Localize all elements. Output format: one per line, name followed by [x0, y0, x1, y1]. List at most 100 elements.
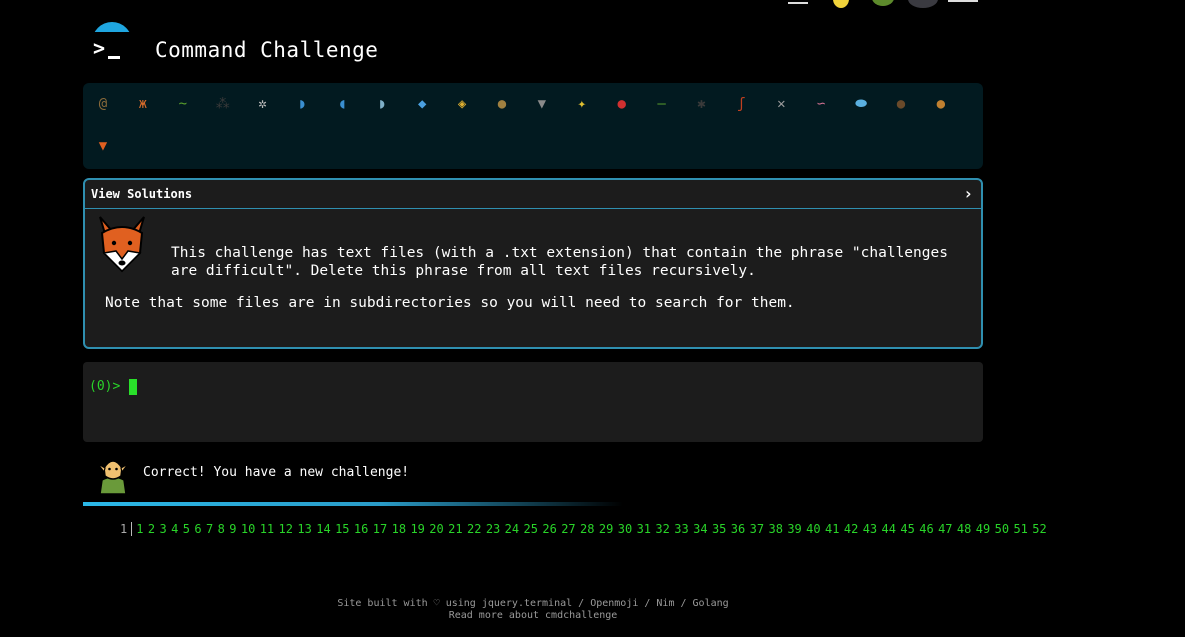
turtle-icon[interactable] — [872, 0, 894, 6]
footer-read-more-link[interactable]: Read more about cmdchallenge — [0, 610, 1066, 622]
page-link[interactable]: 16 — [354, 522, 368, 536]
page-link[interactable]: 36 — [731, 522, 745, 536]
page-link[interactable]: 42 — [844, 522, 858, 536]
page-link[interactable]: 9 — [229, 522, 236, 536]
page-link[interactable]: 15 — [335, 522, 349, 536]
page-link[interactable]: 50 — [995, 522, 1009, 536]
fox-icon[interactable]: ▼ — [88, 131, 118, 161]
page-link[interactable]: 41 — [825, 522, 839, 536]
dolphin-icon[interactable]: ◖ — [327, 89, 357, 119]
page-link[interactable]: 35 — [712, 522, 726, 536]
lightbulb-icon[interactable] — [833, 0, 849, 8]
caterpillar-icon[interactable]: ~ — [168, 89, 198, 119]
elf-icon — [97, 458, 129, 494]
current-page-indicator: 1 — [120, 522, 133, 536]
pufferfish-icon[interactable]: ● — [487, 89, 517, 119]
bee-icon[interactable]: ✦ — [567, 89, 597, 119]
page-link[interactable]: 17 — [373, 522, 387, 536]
wolf-icon[interactable]: ▼ — [527, 89, 557, 119]
page-link[interactable]: 20 — [429, 522, 443, 536]
page-link[interactable]: 25 — [524, 522, 538, 536]
tropical-fish-icon[interactable]: ◈ — [447, 89, 477, 119]
page-link[interactable]: 49 — [976, 522, 990, 536]
fish-icon[interactable]: ◆ — [407, 89, 437, 119]
page-link[interactable]: 30 — [618, 522, 632, 536]
page-link[interactable]: 44 — [882, 522, 896, 536]
page-link[interactable]: 40 — [806, 522, 820, 536]
page-link[interactable]: 8 — [218, 522, 225, 536]
page-link[interactable]: 32 — [655, 522, 669, 536]
page-link[interactable]: 21 — [448, 522, 462, 536]
fly-icon[interactable]: ✕ — [766, 89, 796, 119]
fox-icon — [99, 216, 145, 273]
challenge-icon-bar: @ ж ~ ⁂ ✲ ◗ ◖ ◗ ◆ ◈ ● ▼ ✦ ● — ✱ ʃ ✕ ∽ ⬬ ● ● ▼ — [83, 83, 983, 169]
page-link[interactable]: 11 — [260, 522, 274, 536]
page-link[interactable]: 46 — [919, 522, 933, 536]
page-link[interactable]: 33 — [674, 522, 688, 536]
page-link[interactable]: 43 — [863, 522, 877, 536]
microbe-icon[interactable]: ⬬ — [846, 89, 876, 119]
page-link[interactable]: 3 — [159, 522, 166, 536]
page-link[interactable]: 24 — [505, 522, 519, 536]
footer: Site built with ♡ using jquery.terminal … — [0, 598, 1066, 622]
snail-icon[interactable]: @ — [88, 89, 118, 119]
challenge-note: Note that some files are in subdirectori… — [105, 295, 795, 311]
page-link[interactable]: 39 — [787, 522, 801, 536]
whale-icon[interactable]: ◗ — [288, 89, 318, 119]
ant-icon[interactable]: ⁂ — [208, 89, 238, 119]
dolphin-2-icon[interactable]: ◗ — [367, 89, 397, 119]
top-toolbar — [788, 0, 988, 8]
terminal-prompt-icon[interactable]: > — [90, 22, 134, 66]
page-link[interactable]: 10 — [241, 522, 255, 536]
view-solutions-label[interactable]: View Solutions — [91, 187, 192, 201]
page-link[interactable]: 6 — [194, 522, 201, 536]
page-link[interactable]: 34 — [693, 522, 707, 536]
page-link[interactable]: 1 — [136, 522, 143, 536]
page-link[interactable]: 29 — [599, 522, 613, 536]
page-link[interactable]: 26 — [542, 522, 556, 536]
dog-icon[interactable]: ● — [926, 89, 956, 119]
terminal-cursor[interactable] — [129, 379, 137, 395]
page-link[interactable]: 22 — [467, 522, 481, 536]
page-link[interactable]: 18 — [392, 522, 406, 536]
page-link[interactable]: 12 — [279, 522, 293, 536]
footer-credits: Site built with ♡ using jquery.terminal … — [337, 598, 729, 609]
page-link[interactable]: 51 — [1013, 522, 1027, 536]
page-link[interactable]: 14 — [316, 522, 330, 536]
worm-icon[interactable]: ∽ — [806, 89, 836, 119]
avatar-icon[interactable] — [908, 0, 938, 8]
page-link[interactable]: 47 — [938, 522, 952, 536]
terminal-input-area[interactable]: (0)> — [83, 362, 983, 442]
scorpion-icon[interactable]: ʃ — [726, 89, 756, 119]
page-link[interactable]: 2 — [148, 522, 155, 536]
chevron-right-icon[interactable]: › — [963, 184, 973, 203]
page-link[interactable]: 48 — [957, 522, 971, 536]
progress-bar — [83, 502, 623, 506]
page-link[interactable]: 13 — [297, 522, 311, 536]
spider-icon[interactable]: ✱ — [687, 89, 717, 119]
page-link[interactable]: 37 — [750, 522, 764, 536]
cricket-icon[interactable]: — — [647, 89, 677, 119]
page-link[interactable]: 31 — [637, 522, 651, 536]
hamburger-icon[interactable] — [948, 0, 978, 2]
spider-web-icon[interactable]: ✲ — [248, 89, 278, 119]
page-link[interactable]: 19 — [410, 522, 424, 536]
page-link[interactable]: 5 — [183, 522, 190, 536]
page-link[interactable]: 52 — [1032, 522, 1046, 536]
page-link[interactable]: 27 — [561, 522, 575, 536]
page-link[interactable]: 45 — [900, 522, 914, 536]
pagination: 1 1 2 3 4 5 6 7 8 9 10 11 12 13 14 15 16 17 18 19 20 21 22 23 24… — [120, 522, 1051, 538]
ladybug-icon[interactable]: ● — [607, 89, 637, 119]
challenge-description: This challenge has text files (with a .t… — [171, 245, 948, 279]
page-link[interactable]: 28 — [580, 522, 594, 536]
page-link[interactable]: 4 — [171, 522, 178, 536]
terminal-prompt: (0)> — [89, 379, 121, 394]
page-link[interactable]: 38 — [768, 522, 782, 536]
view-solutions-toggle[interactable]: View Solutions › — [85, 180, 981, 209]
page-link[interactable]: 7 — [206, 522, 213, 536]
page-link[interactable]: 23 — [486, 522, 500, 536]
menu-icon[interactable] — [788, 0, 808, 4]
challenge-panel: View Solutions › This challenge has text… — [83, 178, 983, 349]
butterfly-icon[interactable]: ж — [128, 89, 158, 119]
gorilla-icon[interactable]: ● — [886, 89, 916, 119]
